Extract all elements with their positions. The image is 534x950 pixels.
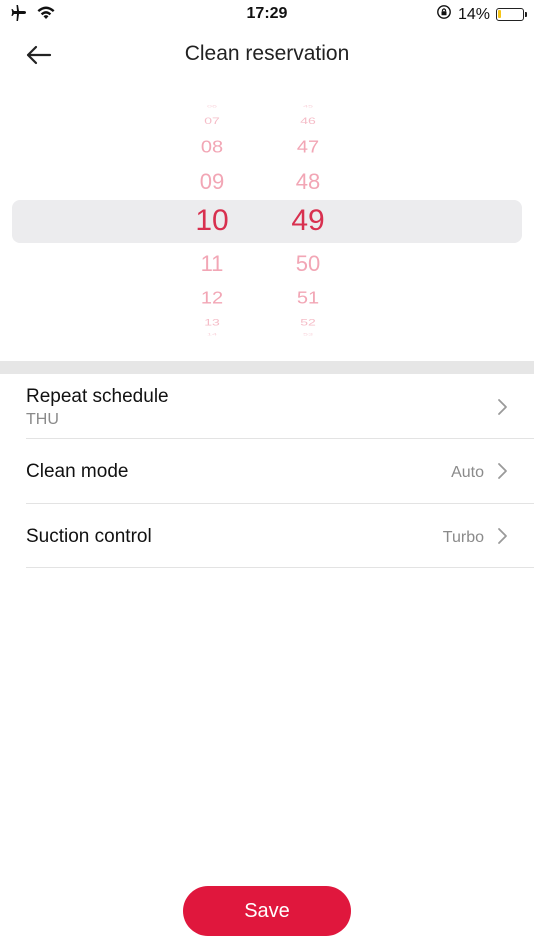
save-button[interactable]: Save	[183, 886, 351, 936]
time-picker[interactable]: 06 07 08 09 10 11 12 13 14 45 46 47 48 49 50 51 52 53	[0, 100, 534, 340]
hour-wheel[interactable]: 06 07 08 09 10 11 12 13 14	[172, 100, 252, 340]
minute-option[interactable]: 48	[268, 171, 348, 193]
repeat-schedule-row[interactable]: Repeat schedule THU	[26, 375, 534, 439]
hour-option[interactable]: 11	[172, 253, 252, 275]
minute-option[interactable]: 53	[268, 332, 348, 336]
picker-selection-band	[12, 200, 522, 243]
clean-mode-value: Auto	[451, 464, 484, 481]
hour-option[interactable]: 13	[172, 317, 252, 326]
minute-option[interactable]: 50	[268, 253, 348, 275]
minute-option[interactable]: 45	[268, 104, 348, 108]
status-right: 14%	[436, 4, 527, 25]
repeat-schedule-value: THU	[26, 411, 59, 428]
suction-control-value: Turbo	[442, 529, 484, 546]
header: Clean reservation	[0, 30, 534, 80]
hour-option[interactable]: 07	[172, 116, 252, 125]
hour-option[interactable]: 06	[172, 104, 252, 108]
hour-selected[interactable]: 10	[172, 206, 252, 236]
minute-option[interactable]: 52	[268, 317, 348, 326]
page-title: Clean reservation	[184, 42, 350, 65]
battery-fill	[498, 10, 501, 18]
chevron-right-icon	[496, 398, 510, 416]
hour-option[interactable]: 12	[172, 289, 252, 307]
minute-option[interactable]: 51	[268, 289, 348, 307]
battery-percent: 14%	[457, 5, 490, 23]
suction-control-label: Suction control	[26, 526, 152, 547]
clean-mode-label: Clean mode	[26, 461, 129, 482]
minute-wheel[interactable]: 45 46 47 48 49 50 51 52 53	[268, 100, 348, 340]
repeat-schedule-label: Repeat schedule	[26, 386, 169, 407]
hour-option[interactable]: 09	[172, 171, 252, 193]
chevron-right-icon	[496, 527, 510, 545]
minute-option[interactable]: 47	[268, 138, 348, 156]
minute-selected[interactable]: 49	[268, 206, 348, 236]
chevron-right-icon	[496, 462, 510, 480]
hour-option[interactable]: 08	[172, 138, 252, 156]
suction-control-row[interactable]: Suction control Turbo	[26, 504, 534, 568]
hour-option[interactable]: 14	[172, 332, 252, 336]
minute-option[interactable]: 46	[268, 116, 348, 125]
status-bar: 17:29 14%	[0, 0, 534, 30]
orientation-lock-icon	[436, 4, 452, 25]
clean-mode-row[interactable]: Clean mode Auto	[26, 439, 534, 504]
section-divider	[0, 361, 534, 374]
battery-icon	[496, 8, 527, 21]
